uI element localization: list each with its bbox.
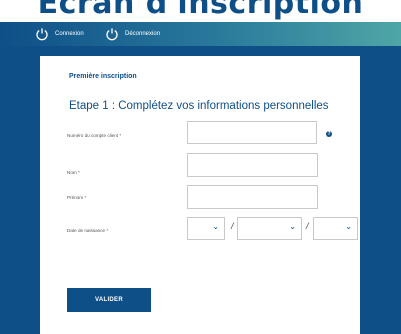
power-icon xyxy=(35,27,49,41)
screen-banner: Écran d'inscription xyxy=(0,0,401,22)
name-label: Nom * xyxy=(67,170,80,175)
firstname-label: Prénom * xyxy=(67,195,87,200)
login-label: Connexion xyxy=(55,31,84,37)
login-link[interactable]: Connexion xyxy=(35,22,84,46)
registration-form-card: Première inscription Etape 1 : Complétez… xyxy=(40,56,360,334)
step-title: Etape 1 : Complétez vos informations per… xyxy=(69,100,329,112)
section-title: Première inscription xyxy=(69,73,137,80)
question-icon[interactable]: ? xyxy=(326,131,332,137)
birth-day-select[interactable]: ⌄ xyxy=(187,217,225,240)
banner-title: Écran d'inscription xyxy=(37,0,364,21)
submit-button[interactable]: VALIDER xyxy=(67,288,151,312)
client-number-input[interactable] xyxy=(187,121,317,144)
firstname-input[interactable] xyxy=(187,185,318,209)
chevron-down-icon: ⌄ xyxy=(212,222,219,231)
chevron-down-icon: ⌄ xyxy=(345,222,352,231)
name-input[interactable] xyxy=(187,153,318,177)
date-separator: / xyxy=(306,221,309,231)
birth-year-select[interactable]: ⌄ xyxy=(313,217,358,240)
power-icon xyxy=(105,27,119,41)
birth-month-select[interactable]: ⌄ xyxy=(237,217,302,240)
birthdate-label: Date de naissance * xyxy=(67,228,109,233)
client-number-label: Numéro du compte client * xyxy=(67,133,122,138)
logout-label: Déconnexion xyxy=(125,31,161,37)
chevron-down-icon: ⌄ xyxy=(289,222,296,231)
logout-link[interactable]: Déconnexion xyxy=(105,22,160,46)
top-navigation-bar: Connexion Déconnexion xyxy=(0,22,401,46)
date-separator: / xyxy=(231,221,234,231)
